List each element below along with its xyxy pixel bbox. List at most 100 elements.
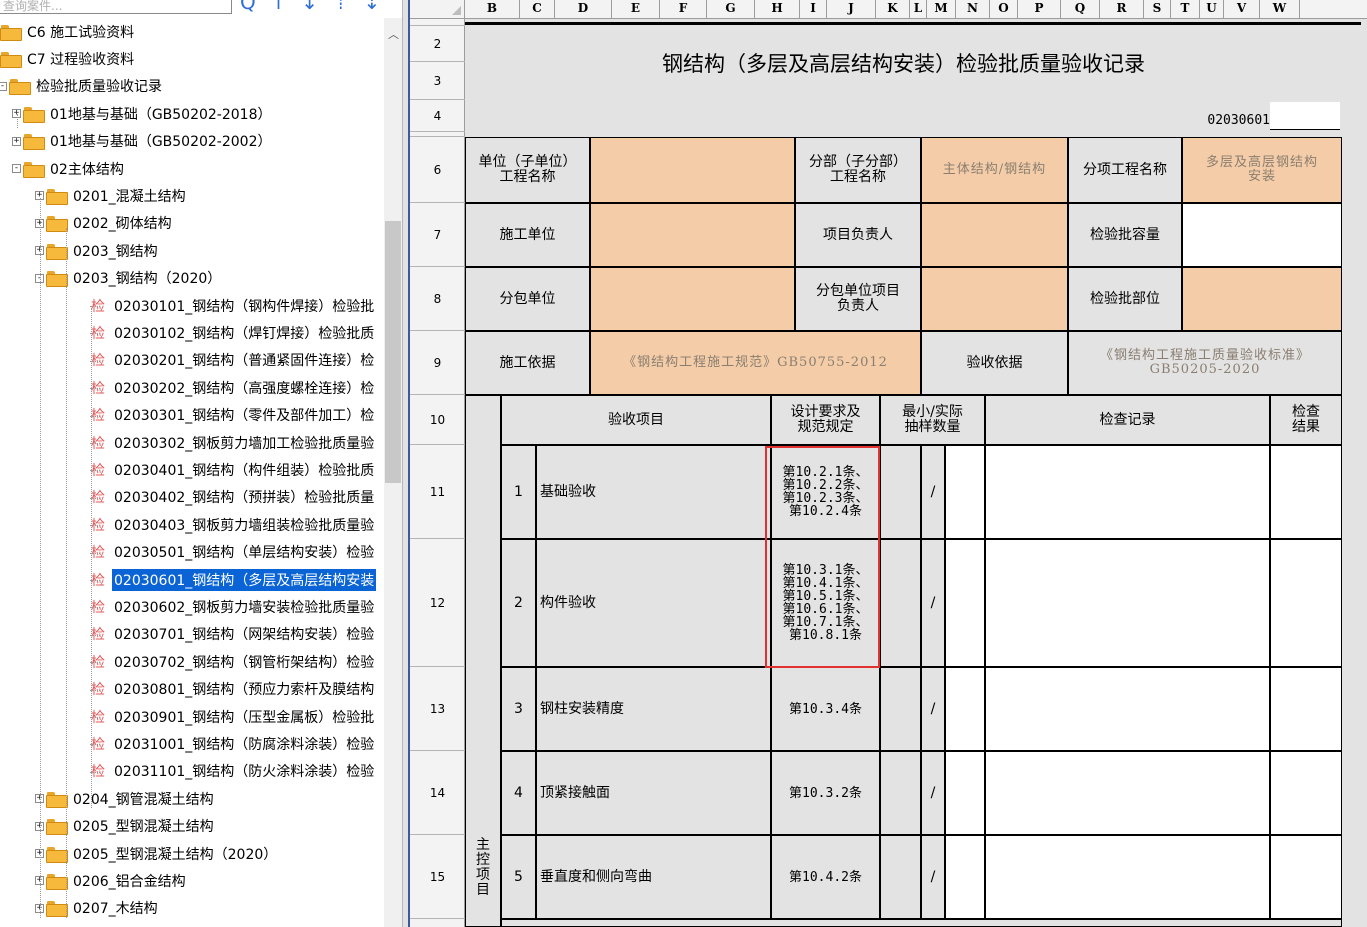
main-control-label[interactable]: 主 控 项 目: [465, 395, 501, 927]
tree-node[interactable]: 检 02030201_钢结构（普通紧固件连接）检: [91, 347, 376, 374]
tree-node[interactable]: 检 02030601_钢结构（多层及高层结构安装: [91, 566, 377, 593]
record-field[interactable]: [985, 835, 1270, 919]
sample-min[interactable]: [880, 445, 921, 539]
tree-node[interactable]: C6 施工试验资料: [0, 18, 136, 45]
tree-node[interactable]: +0202_砌体结构: [35, 210, 174, 237]
sub-pm-label[interactable]: 分包单位项目 负责人: [795, 267, 921, 331]
row-header-cell[interactable]: 9: [410, 331, 465, 395]
location-label[interactable]: 检验批部位: [1068, 267, 1182, 331]
result-field[interactable]: [1270, 751, 1342, 835]
code-input[interactable]: [1270, 102, 1340, 130]
row-header-cell[interactable]: 3: [410, 62, 465, 100]
column-header-cell[interactable]: H: [755, 0, 800, 19]
basis-value[interactable]: 《钢结构工程施工规范》GB50755-2012: [590, 331, 921, 395]
constructor-label[interactable]: 施工单位: [465, 203, 590, 267]
sample-actual[interactable]: /: [921, 835, 945, 919]
sample-field[interactable]: [945, 835, 985, 919]
sample-field[interactable]: [945, 751, 985, 835]
column-header-cell[interactable]: K: [876, 0, 910, 19]
sample-field[interactable]: [945, 667, 985, 751]
column-header-cell[interactable]: P: [1018, 0, 1061, 19]
row-header-cell[interactable]: 4: [410, 100, 465, 132]
tree-node[interactable]: 检 02030602_钢板剪力墙安装检验批质量验: [91, 593, 376, 620]
expand-icon[interactable]: +: [12, 136, 21, 146]
result-field[interactable]: [1270, 445, 1342, 539]
column-header-cell[interactable]: L: [910, 0, 927, 19]
pm-label[interactable]: 项目负责人: [795, 203, 921, 267]
subcontractor-field[interactable]: [590, 267, 795, 331]
tree-node[interactable]: -0203_钢结构（2020）: [35, 265, 223, 292]
sample-field[interactable]: [945, 445, 985, 539]
row-header-cell[interactable]: [410, 19, 465, 26]
row-header-cell[interactable]: 7: [410, 203, 465, 267]
sample-field[interactable]: [945, 539, 985, 667]
column-header-cell[interactable]: S: [1144, 0, 1171, 19]
column-header-cell[interactable]: M: [927, 0, 956, 19]
tree-node[interactable]: +0205_型钢混凝土结构（2020）: [35, 840, 279, 867]
item-clause[interactable]: 第10.4.2条: [771, 835, 880, 919]
result-field[interactable]: [1270, 539, 1342, 667]
location-field[interactable]: [1182, 267, 1342, 331]
item-number[interactable]: 3: [501, 667, 536, 751]
sample-header[interactable]: 最小/实际 抽样数量: [880, 395, 985, 445]
item-name[interactable]: 垂直度和侧向弯曲: [536, 835, 771, 919]
tree-node[interactable]: +0206_铝合金结构: [35, 867, 188, 894]
next-row[interactable]: [501, 919, 1342, 927]
item-clause[interactable]: 第10.3.4条: [771, 667, 880, 751]
tree-node[interactable]: 检 02031101_钢结构（防火涂料涂装）检验: [91, 758, 376, 785]
record-field[interactable]: [985, 751, 1270, 835]
row-header-cell[interactable]: 13: [410, 667, 465, 751]
item-clause[interactable]: 第10.3.1条、 第10.4.1条、 第10.5.1条、 第10.6.1条、 …: [771, 539, 880, 667]
column-header-cell[interactable]: G: [707, 0, 755, 19]
select-all-corner[interactable]: [410, 0, 465, 19]
result-field[interactable]: [1270, 667, 1342, 751]
subitem-value[interactable]: 多层及高层钢结构 安装: [1182, 137, 1342, 203]
column-header-cell[interactable]: V: [1224, 0, 1260, 19]
sample-actual[interactable]: /: [921, 667, 945, 751]
tree-node[interactable]: 检 02030402_钢结构（预拼装）检验批质量: [91, 484, 376, 511]
tree-node[interactable]: 检 02030301_钢结构（零件及部件加工）检: [91, 402, 376, 429]
sample-min[interactable]: [880, 539, 921, 667]
item-clause[interactable]: 第10.3.2条: [771, 751, 880, 835]
subitem-label[interactable]: 分项工程名称: [1068, 137, 1182, 203]
column-header-cell[interactable]: T: [1171, 0, 1200, 19]
subcontractor-label[interactable]: 分包单位: [465, 267, 590, 331]
item-name[interactable]: 构件验收: [536, 539, 771, 667]
column-header-cell[interactable]: J: [827, 0, 876, 19]
tree-node[interactable]: +01地基与基础（GB50202-2018）: [12, 100, 273, 127]
record-field[interactable]: [985, 539, 1270, 667]
tree-node[interactable]: 检 02030302_钢板剪力墙加工检验批质量验: [91, 429, 376, 456]
item-name[interactable]: 顶紧接触面: [536, 751, 771, 835]
item-header[interactable]: 验收项目: [501, 395, 771, 445]
pm-field[interactable]: [921, 203, 1068, 267]
record-header[interactable]: 检查记录: [985, 395, 1270, 445]
tree-node[interactable]: 检 02030401_钢结构（构件组装）检验批质: [91, 456, 376, 483]
basis-label[interactable]: 施工依据: [465, 331, 590, 395]
unit-name-field[interactable]: [590, 137, 795, 203]
tree-node[interactable]: - 检验批质量验收记录: [0, 73, 164, 100]
item-name[interactable]: 钢柱安装精度: [536, 667, 771, 751]
record-field[interactable]: [985, 667, 1270, 751]
sample-actual[interactable]: /: [921, 445, 945, 539]
item-number[interactable]: 1: [501, 445, 536, 539]
tree-node[interactable]: +0204_钢管混凝土结构: [35, 785, 216, 812]
row-header-cell[interactable]: 10: [410, 395, 465, 445]
constructor-field[interactable]: [590, 203, 795, 267]
item-number[interactable]: 5: [501, 835, 536, 919]
result-header[interactable]: 检查 结果: [1270, 395, 1342, 445]
column-header-cell[interactable]: O: [990, 0, 1018, 19]
column-header-cell[interactable]: E: [612, 0, 660, 19]
row-header-cell[interactable]: 2: [410, 26, 465, 62]
tree-scrollbar[interactable]: ︿: [384, 18, 402, 927]
tree-node[interactable]: +0207_木结构: [35, 895, 160, 922]
collapse-icon[interactable]: -: [0, 81, 7, 91]
column-header-cell[interactable]: W: [1260, 0, 1300, 19]
capacity-label[interactable]: 检验批容量: [1068, 203, 1182, 267]
scroll-up-icon[interactable]: ︿: [388, 26, 399, 42]
column-header-cell[interactable]: Q: [1061, 0, 1100, 19]
column-header-cell[interactable]: I: [800, 0, 827, 19]
capacity-field[interactable]: [1182, 203, 1342, 267]
form-title[interactable]: 钢结构（多层及高层结构安装）检验批质量验收记录: [465, 30, 1342, 98]
item-number[interactable]: 4: [501, 751, 536, 835]
subdivision-label[interactable]: 分部（子分部） 工程名称: [795, 137, 921, 203]
